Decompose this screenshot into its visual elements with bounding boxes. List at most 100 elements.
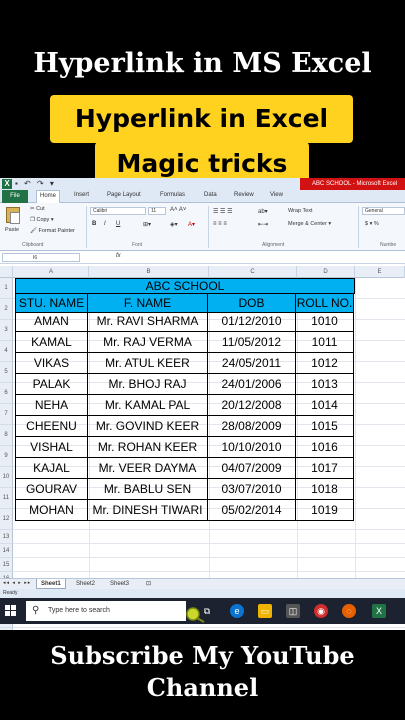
table-cell[interactable]: Mr. RAJ VERMA	[88, 332, 208, 353]
select-all-corner[interactable]	[0, 266, 13, 278]
table-cell[interactable]: 1012	[296, 353, 354, 374]
chrome-icon[interactable]: ◉	[314, 604, 328, 618]
borders-icon[interactable]: ⊞▾	[143, 221, 151, 228]
table-cell[interactable]: 24/05/2011	[208, 353, 296, 374]
tab-home[interactable]: Home	[36, 190, 61, 203]
paste-button[interactable]: Paste	[5, 227, 19, 233]
tab-insert[interactable]: Insert	[74, 192, 89, 198]
row-header[interactable]: 10	[0, 467, 13, 488]
table-cell[interactable]: 10/10/2010	[208, 437, 296, 458]
sheet-tab-1[interactable]: Sheet1	[36, 579, 66, 589]
table-cell[interactable]: 11/05/2012	[208, 332, 296, 353]
table-cell[interactable]: 1013	[296, 374, 354, 395]
store-icon[interactable]: ◫	[286, 604, 300, 618]
table-cell[interactable]: VISHAL	[15, 437, 88, 458]
tab-data[interactable]: Data	[204, 192, 217, 198]
column-header-b[interactable]: B	[89, 266, 209, 278]
table-cell[interactable]: Mr. ATUL KEER	[88, 353, 208, 374]
row-header[interactable]: 9	[0, 446, 13, 467]
table-cell[interactable]: Mr. DINESH TIWARI	[88, 500, 208, 521]
font-color-icon[interactable]: A▾	[188, 221, 195, 228]
table-cell[interactable]: 20/12/2008	[208, 395, 296, 416]
table-cell[interactable]: 1017	[296, 458, 354, 479]
table-cell[interactable]: GOURAV	[15, 479, 88, 500]
fill-color-icon[interactable]: ◈▾	[170, 221, 178, 228]
italic-icon[interactable]: I	[104, 221, 106, 227]
paste-icon[interactable]	[6, 207, 20, 224]
align-top-icon[interactable]: ☰ ☰ ☰	[213, 208, 232, 215]
font-name-select[interactable]: Calibri	[90, 207, 146, 215]
tab-review[interactable]: Review	[234, 192, 254, 198]
table-cell[interactable]: 1010	[296, 311, 354, 332]
table-title[interactable]: ABC SCHOOL	[15, 278, 355, 294]
row-header[interactable]: 20	[0, 628, 13, 630]
table-cell[interactable]: Mr. BHOJ RAJ	[88, 374, 208, 395]
row-header[interactable]: 5	[0, 362, 13, 383]
row-header[interactable]: 3	[0, 320, 13, 341]
table-cell[interactable]: PALAK	[15, 374, 88, 395]
table-cell[interactable]: Mr. VEER DAYMA	[88, 458, 208, 479]
table-cell[interactable]: Mr. RAVI SHARMA	[88, 311, 208, 332]
taskbar-search-box[interactable]: ⚲ Type here to search	[26, 601, 205, 623]
row-header[interactable]: 15	[0, 558, 13, 572]
table-cell[interactable]: 28/08/2009	[208, 416, 296, 437]
row-header[interactable]: 7	[0, 404, 13, 425]
table-cell[interactable]: 03/07/2010	[208, 479, 296, 500]
table-cell[interactable]: Mr. ROHAN KEER	[88, 437, 208, 458]
row-header[interactable]: 8	[0, 425, 13, 446]
row-header[interactable]: 14	[0, 544, 13, 558]
row-header[interactable]: 2	[0, 299, 13, 320]
number-format-select[interactable]: General	[362, 207, 405, 215]
table-cell[interactable]: 04/07/2009	[208, 458, 296, 479]
firefox-icon[interactable]: ◌	[342, 604, 356, 618]
table-cell[interactable]: 1011	[296, 332, 354, 353]
excel-taskbar-icon[interactable]: X	[372, 604, 386, 618]
fx-icon[interactable]: fx	[116, 253, 121, 259]
font-grow-icon[interactable]: A˄ A˅	[170, 207, 186, 213]
row-header[interactable]: 12	[0, 509, 13, 530]
table-cell[interactable]: VIKAS	[15, 353, 88, 374]
column-header-a[interactable]: A	[14, 266, 89, 278]
task-view-icon[interactable]: ⧉	[200, 604, 214, 618]
tab-formulas[interactable]: Formulas	[160, 192, 185, 198]
row-header[interactable]: 1	[0, 278, 13, 299]
file-explorer-icon[interactable]: ▭	[258, 604, 272, 618]
tab-file[interactable]: File	[2, 190, 28, 203]
table-cell[interactable]: Mr. BABLU SEN	[88, 479, 208, 500]
name-box[interactable]: I6	[2, 253, 80, 262]
bold-icon[interactable]: B	[92, 221, 96, 227]
align-left-icon[interactable]: ≡ ≡ ≡	[213, 221, 227, 227]
table-cell[interactable]: 1016	[296, 437, 354, 458]
table-cell[interactable]: KAJAL	[15, 458, 88, 479]
copy-button[interactable]: ❐ Copy ▾	[30, 217, 54, 223]
tab-page-layout[interactable]: Page Layout	[107, 192, 141, 198]
tab-view[interactable]: View	[270, 192, 283, 198]
sheet-nav-arrows-icon[interactable]: ◂◂ ◂ ▸ ▸▸	[3, 580, 31, 586]
windows-start-icon[interactable]	[5, 605, 17, 617]
row-header[interactable]: 4	[0, 341, 13, 362]
table-cell[interactable]: Mr. GOVIND KEER	[88, 416, 208, 437]
edge-browser-icon[interactable]: e	[230, 604, 244, 618]
table-cell[interactable]: 1018	[296, 479, 354, 500]
column-header-d[interactable]: D	[297, 266, 355, 278]
table-cell[interactable]: 1015	[296, 416, 354, 437]
merge-center-button[interactable]: Merge & Center ▾	[288, 221, 331, 227]
table-cell[interactable]: KAMAL	[15, 332, 88, 353]
row-header[interactable]: 11	[0, 488, 13, 509]
currency-percent-buttons[interactable]: $ ▾ %	[365, 221, 379, 227]
font-size-select[interactable]: 11	[148, 207, 166, 215]
wrap-text-button[interactable]: Wrap Text	[288, 208, 313, 214]
column-header-c[interactable]: C	[209, 266, 297, 278]
row-header[interactable]: 6	[0, 383, 13, 404]
sheet-tab-2[interactable]: Sheet2	[72, 579, 99, 589]
worksheet-grid[interactable]: A B C D E 123456789101112131415161718192…	[0, 266, 405, 630]
orientation-icon[interactable]: ab▾	[258, 208, 268, 215]
new-sheet-icon[interactable]: ⊡	[142, 579, 155, 589]
table-cell[interactable]: 01/12/2010	[208, 311, 296, 332]
format-painter-button[interactable]: 🖌 Format Painter	[30, 228, 75, 234]
row-header[interactable]: 13	[0, 530, 13, 544]
table-cell[interactable]: 24/01/2006	[208, 374, 296, 395]
table-cell[interactable]: NEHA	[15, 395, 88, 416]
table-cell[interactable]: 05/02/2014	[208, 500, 296, 521]
table-cell[interactable]: AMAN	[15, 311, 88, 332]
